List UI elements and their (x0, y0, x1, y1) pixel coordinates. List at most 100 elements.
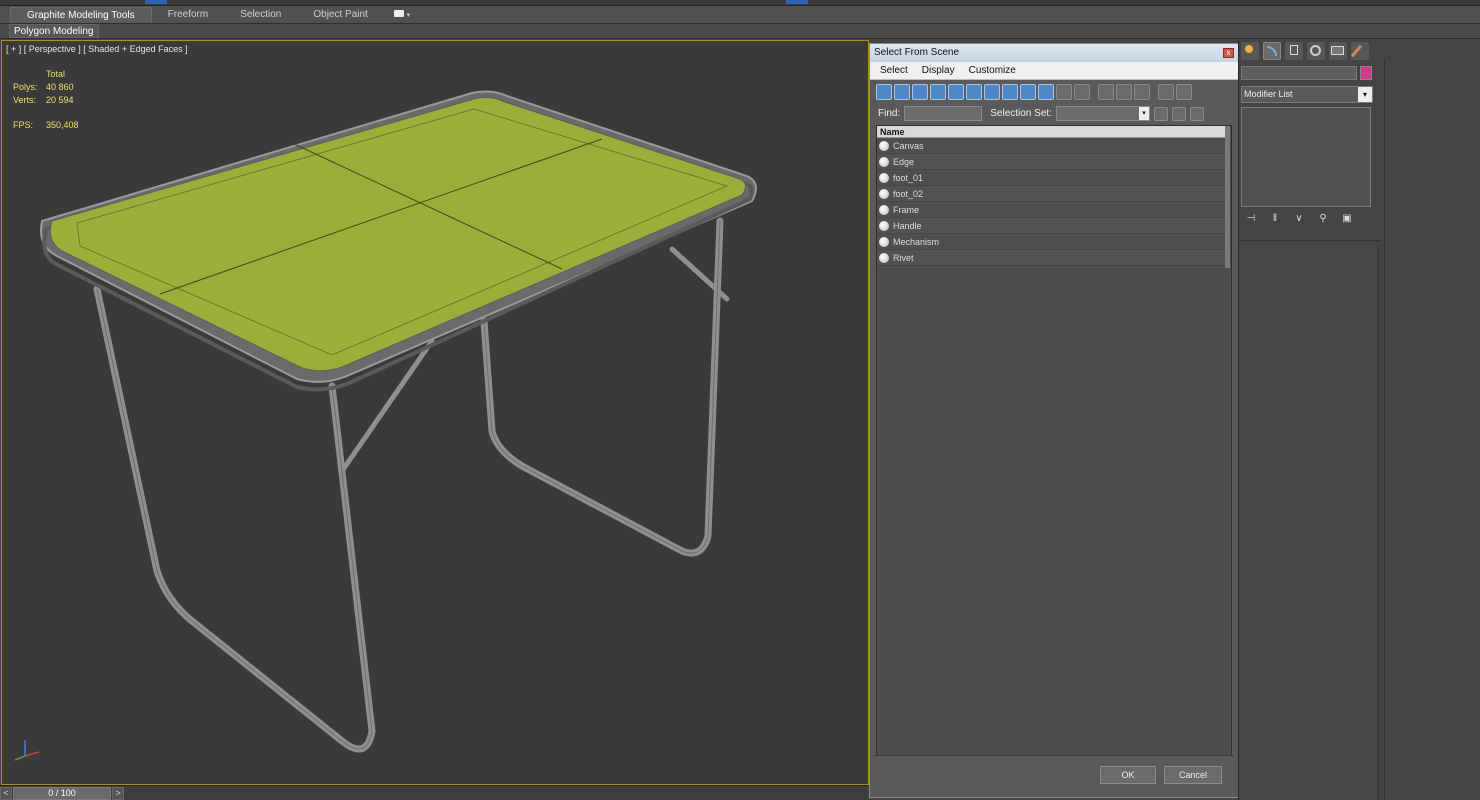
geometry-icon (879, 140, 889, 151)
tab-polygon-modeling[interactable]: Polygon Modeling (9, 24, 99, 38)
selection-set-dropdown[interactable]: ▾ (1055, 106, 1150, 121)
display-cameras-icon[interactable] (930, 84, 946, 100)
display-containers-icon[interactable] (1038, 84, 1054, 100)
tab-object-paint[interactable]: Object Paint (297, 7, 383, 23)
list-item[interactable]: Edge (877, 154, 1227, 170)
display-groups-icon[interactable] (984, 84, 1000, 100)
list-item[interactable]: Mechanism (877, 234, 1227, 250)
modifier-stack[interactable] (1241, 107, 1371, 207)
remove-from-set-icon[interactable] (1189, 106, 1204, 121)
find-row: Find: Selection Set: ▾ (878, 105, 1204, 122)
stats-header: Total (46, 69, 66, 79)
filter-options-icon[interactable] (1176, 84, 1192, 100)
geometry-icon (879, 188, 889, 199)
display-helpers-icon[interactable] (948, 84, 964, 100)
motion-tab-icon[interactable] (1307, 42, 1325, 60)
create-tab-icon[interactable] (1241, 42, 1259, 60)
list-item[interactable]: Canvas (877, 138, 1227, 154)
dialog-menubar: Select Display Customize (870, 62, 1238, 80)
show-end-result-icon[interactable]: ‖ (1269, 213, 1281, 225)
ok-button[interactable]: OK (1100, 766, 1156, 784)
configure-modifier-sets-icon[interactable]: ▣ (1341, 213, 1353, 225)
item-name: Canvas (893, 140, 924, 151)
display-frozen-icon[interactable] (1056, 84, 1072, 100)
pin-stack-icon[interactable]: ⊣ (1245, 213, 1257, 225)
display-hidden-icon[interactable] (1074, 84, 1090, 100)
item-name: Edge (893, 156, 915, 167)
cancel-button[interactable]: Cancel (1164, 766, 1222, 784)
display-tab-icon[interactable] (1329, 42, 1347, 60)
perspective-viewport[interactable]: [ + ] [ Perspective ] [ Shaded + Edged F… (1, 40, 869, 785)
list-item[interactable]: Frame (877, 202, 1227, 218)
add-to-set-icon[interactable] (1171, 106, 1186, 121)
viewport-label[interactable]: [ + ] [ Perspective ] [ Shaded + Edged F… (6, 44, 188, 54)
menu-display[interactable]: Display (922, 65, 955, 76)
filter-icon[interactable] (1158, 84, 1174, 100)
ribbon-options-icon (393, 10, 404, 18)
object-color-swatch[interactable] (1360, 66, 1372, 80)
command-panel-tabs (1239, 40, 1369, 62)
ribbon-subbar: Polygon Modeling (0, 24, 1480, 39)
geometry-icon (879, 204, 889, 215)
scene-object-list[interactable]: Name Canvas Edge foot_01 foot_02 Frame H… (876, 125, 1232, 761)
next-frame-button[interactable]: > (112, 787, 124, 800)
dialog-titlebar[interactable]: Select From Scene x (870, 44, 1238, 62)
toolbar-separator-2 (1152, 84, 1156, 100)
item-name: Rivet (893, 252, 914, 263)
right-scroll-area (1384, 60, 1480, 800)
remove-modifier-icon[interactable]: ⚲ (1317, 213, 1329, 225)
display-shapes-icon[interactable] (894, 84, 910, 100)
rollout-area (1239, 248, 1379, 800)
display-bones-icon[interactable] (1020, 84, 1036, 100)
panel-divider-line (1239, 240, 1380, 241)
tab-graphite-modeling-tools[interactable]: Graphite Modeling Tools (10, 6, 152, 23)
geometry-icon (879, 236, 889, 247)
find-label: Find: (878, 108, 901, 119)
make-unique-icon[interactable]: ∨ (1293, 213, 1305, 225)
hierarchy-tab-icon[interactable] (1285, 42, 1303, 60)
list-scrollbar[interactable] (1225, 126, 1230, 268)
chevron-down-icon: ▾ (1358, 87, 1372, 102)
tab-selection[interactable]: Selection (224, 7, 297, 23)
filter-toolbar (876, 84, 1192, 102)
tab-freeform[interactable]: Freeform (152, 7, 225, 23)
column-header-name[interactable]: Name (877, 126, 1227, 138)
list-item[interactable]: foot_02 (877, 186, 1227, 202)
select-invert-icon[interactable] (1134, 84, 1150, 100)
display-xrefs-icon[interactable] (1002, 84, 1018, 100)
close-icon[interactable]: x (1223, 48, 1234, 58)
create-selection-set-icon[interactable] (1153, 106, 1168, 121)
select-all-icon[interactable] (1098, 84, 1114, 100)
quick-access-highlight-2 (786, 0, 808, 4)
utilities-tab-icon[interactable] (1350, 42, 1369, 60)
menu-customize[interactable]: Customize (969, 65, 1016, 76)
command-panel: Modifier List ▾ ⊣ ‖ ∨ ⚲ ▣ (1239, 40, 1480, 800)
list-item[interactable]: Rivet (877, 250, 1227, 266)
item-name: Handle (893, 220, 922, 231)
object-name-field[interactable] (1241, 66, 1357, 80)
display-lights-icon[interactable] (912, 84, 928, 100)
selection-set-label: Selection Set: (990, 108, 1052, 119)
axis-tripod-icon (14, 740, 40, 761)
menu-select[interactable]: Select (880, 65, 908, 76)
display-geometry-icon[interactable] (876, 84, 892, 100)
list-item[interactable]: Handle (877, 218, 1227, 234)
time-slider[interactable]: 0 / 100 (13, 787, 111, 800)
chevron-down-icon: ▾ (406, 11, 411, 19)
modify-tab-icon[interactable] (1263, 42, 1281, 60)
time-slider-bar: < 0 / 100 > (0, 785, 868, 800)
prev-frame-button[interactable]: < (0, 787, 12, 800)
select-none-icon[interactable] (1116, 84, 1132, 100)
find-input[interactable] (904, 106, 983, 121)
list-item[interactable]: foot_01 (877, 170, 1227, 186)
ribbon-options-dropdown[interactable]: ▾ (384, 7, 420, 23)
polys-value: 40 860 (46, 82, 74, 92)
modifier-list-dropdown[interactable]: Modifier List ▾ (1241, 86, 1373, 103)
select-from-scene-dialog: Select From Scene x Select Display Custo… (869, 43, 1239, 798)
modifier-list-label: Modifier List (1244, 89, 1293, 99)
polys-label: Polys: (13, 82, 38, 92)
display-warps-icon[interactable] (966, 84, 982, 100)
verts-label: Verts: (13, 95, 37, 105)
ribbon-tabs: Graphite Modeling Tools Freeform Selecti… (0, 6, 1480, 24)
dialog-body: Find: Selection Set: ▾ Name Canvas Edge … (874, 82, 1234, 793)
